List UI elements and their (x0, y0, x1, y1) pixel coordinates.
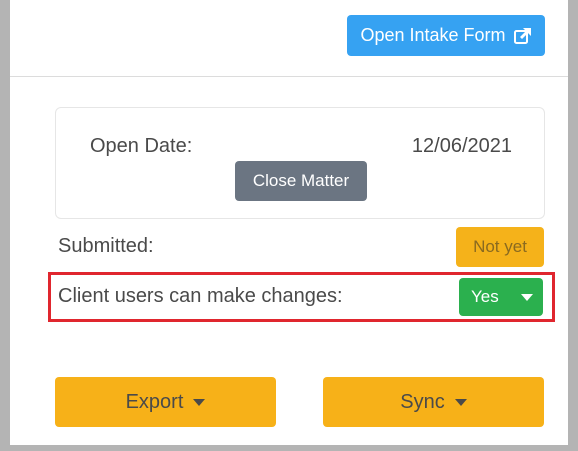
export-label: Export (125, 390, 184, 413)
chevron-down-icon (520, 293, 533, 301)
export-button[interactable]: Export (55, 377, 276, 427)
open-intake-form-button[interactable]: Open Intake Form (347, 15, 545, 56)
panel-header: Open Intake Form (10, 0, 568, 77)
close-matter-button[interactable]: Close Matter (235, 161, 367, 201)
chevron-down-icon (454, 398, 467, 406)
client-changes-value: Yes (471, 287, 499, 306)
sync-label: Sync (400, 390, 445, 413)
open-date-card: Open Date: 12/06/2021 Close Matter (55, 107, 545, 219)
chevron-down-icon (193, 398, 206, 406)
external-link-icon (513, 27, 532, 45)
client-changes-dropdown[interactable]: Yes (459, 278, 543, 316)
open-date-label: Open Date: (90, 135, 193, 157)
sync-button[interactable]: Sync (323, 377, 544, 427)
open-intake-form-label: Open Intake Form (360, 25, 506, 45)
client-changes-label: Client users can make changes: (58, 285, 343, 307)
submitted-status-badge: Not yet (456, 227, 544, 267)
submitted-label: Submitted: (58, 235, 154, 257)
open-date-value: 12/06/2021 (411, 135, 512, 157)
matter-panel: Open Intake Form Open Date: 12/06/2021 C… (10, 0, 568, 445)
